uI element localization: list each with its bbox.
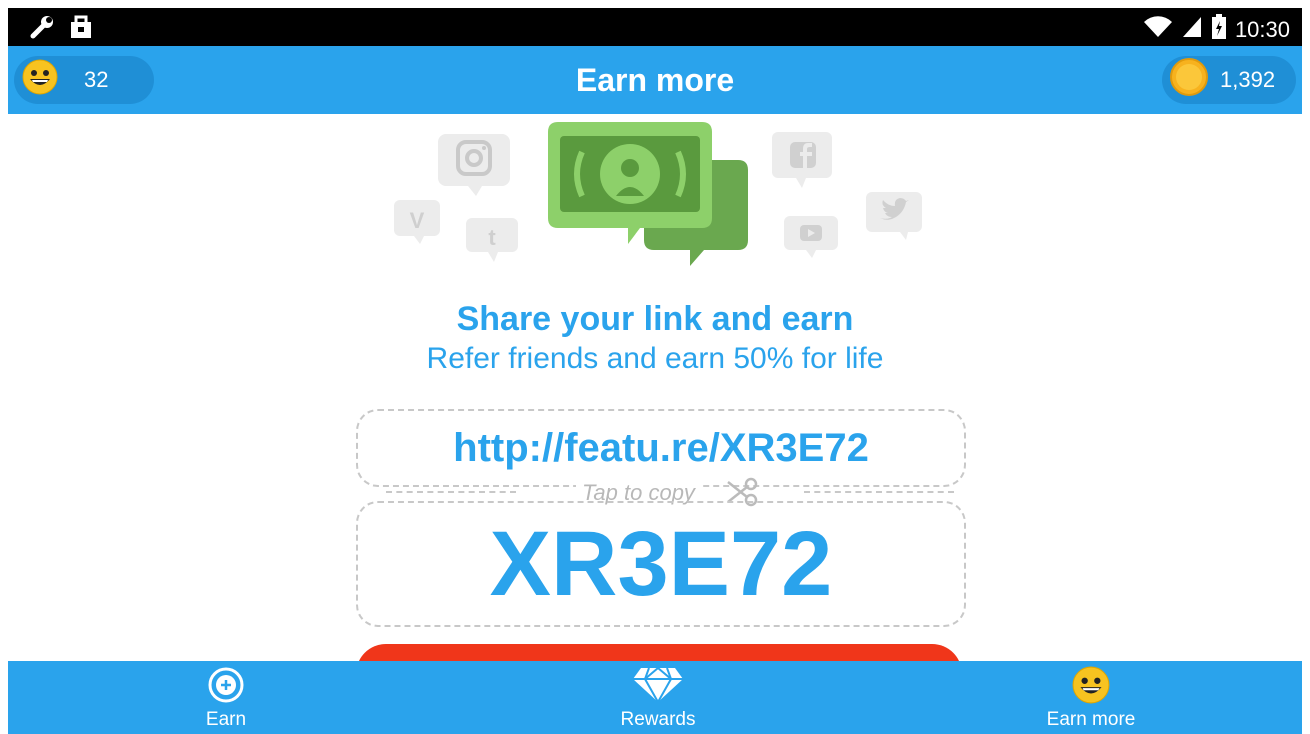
- referral-code[interactable]: XR3E72: [490, 512, 833, 617]
- vine-icon: V: [394, 200, 442, 251]
- referral-link[interactable]: http://featu.re/XR3E72: [453, 426, 869, 471]
- battery-icon: [1211, 14, 1227, 46]
- money-chat-icon: [548, 122, 754, 273]
- share-button[interactable]: [356, 644, 962, 661]
- nav-earn[interactable]: Earn: [126, 661, 326, 734]
- status-bar: 10:30: [8, 8, 1302, 46]
- instagram-icon: [438, 134, 512, 205]
- share-headline: Share your link and earn: [456, 300, 854, 338]
- coin-count: 1,392: [1220, 67, 1276, 92]
- nav-rewards-label: Rewards: [620, 709, 696, 730]
- coin-balance[interactable]: 1,392: [1162, 56, 1296, 104]
- nav-earn-label: Earn: [205, 709, 247, 730]
- signal-icon: [1181, 15, 1203, 45]
- divider: [804, 491, 954, 493]
- page-title: Earn more: [575, 62, 735, 98]
- divider: [386, 491, 516, 493]
- referral-code-box[interactable]: XR3E72: [356, 501, 966, 627]
- bottom-nav: Earn Rewards Earn more: [8, 661, 1302, 734]
- status-time: 10:30: [1234, 17, 1290, 42]
- svg-text:V: V: [410, 208, 425, 233]
- nav-earn-more[interactable]: Earn more: [991, 661, 1191, 734]
- top-strip: [0, 0, 1310, 8]
- nav-earn-more-label: Earn more: [1046, 709, 1136, 730]
- share-subline: Refer friends and earn 50% for life: [426, 342, 884, 375]
- tumblr-icon: t: [466, 218, 522, 269]
- diamond-icon: [631, 666, 685, 710]
- hero-illustration: V t: [8, 114, 1302, 294]
- plus-circle-icon: [208, 667, 244, 709]
- smiley-icon: [1072, 666, 1110, 710]
- bag-icon: [70, 15, 92, 44]
- svg-text:t: t: [488, 225, 496, 250]
- app-bar: 32 Earn more 1,392: [8, 46, 1302, 114]
- coin-icon: [1170, 58, 1208, 102]
- youtube-icon: [784, 216, 842, 265]
- main-content: V t Share your link and earn Refer frien…: [8, 114, 1302, 661]
- wrench-icon: [30, 15, 56, 44]
- facebook-icon: [772, 132, 834, 197]
- twitter-icon: [866, 192, 924, 247]
- nav-rewards[interactable]: Rewards: [558, 661, 758, 734]
- wifi-icon: [1143, 15, 1173, 45]
